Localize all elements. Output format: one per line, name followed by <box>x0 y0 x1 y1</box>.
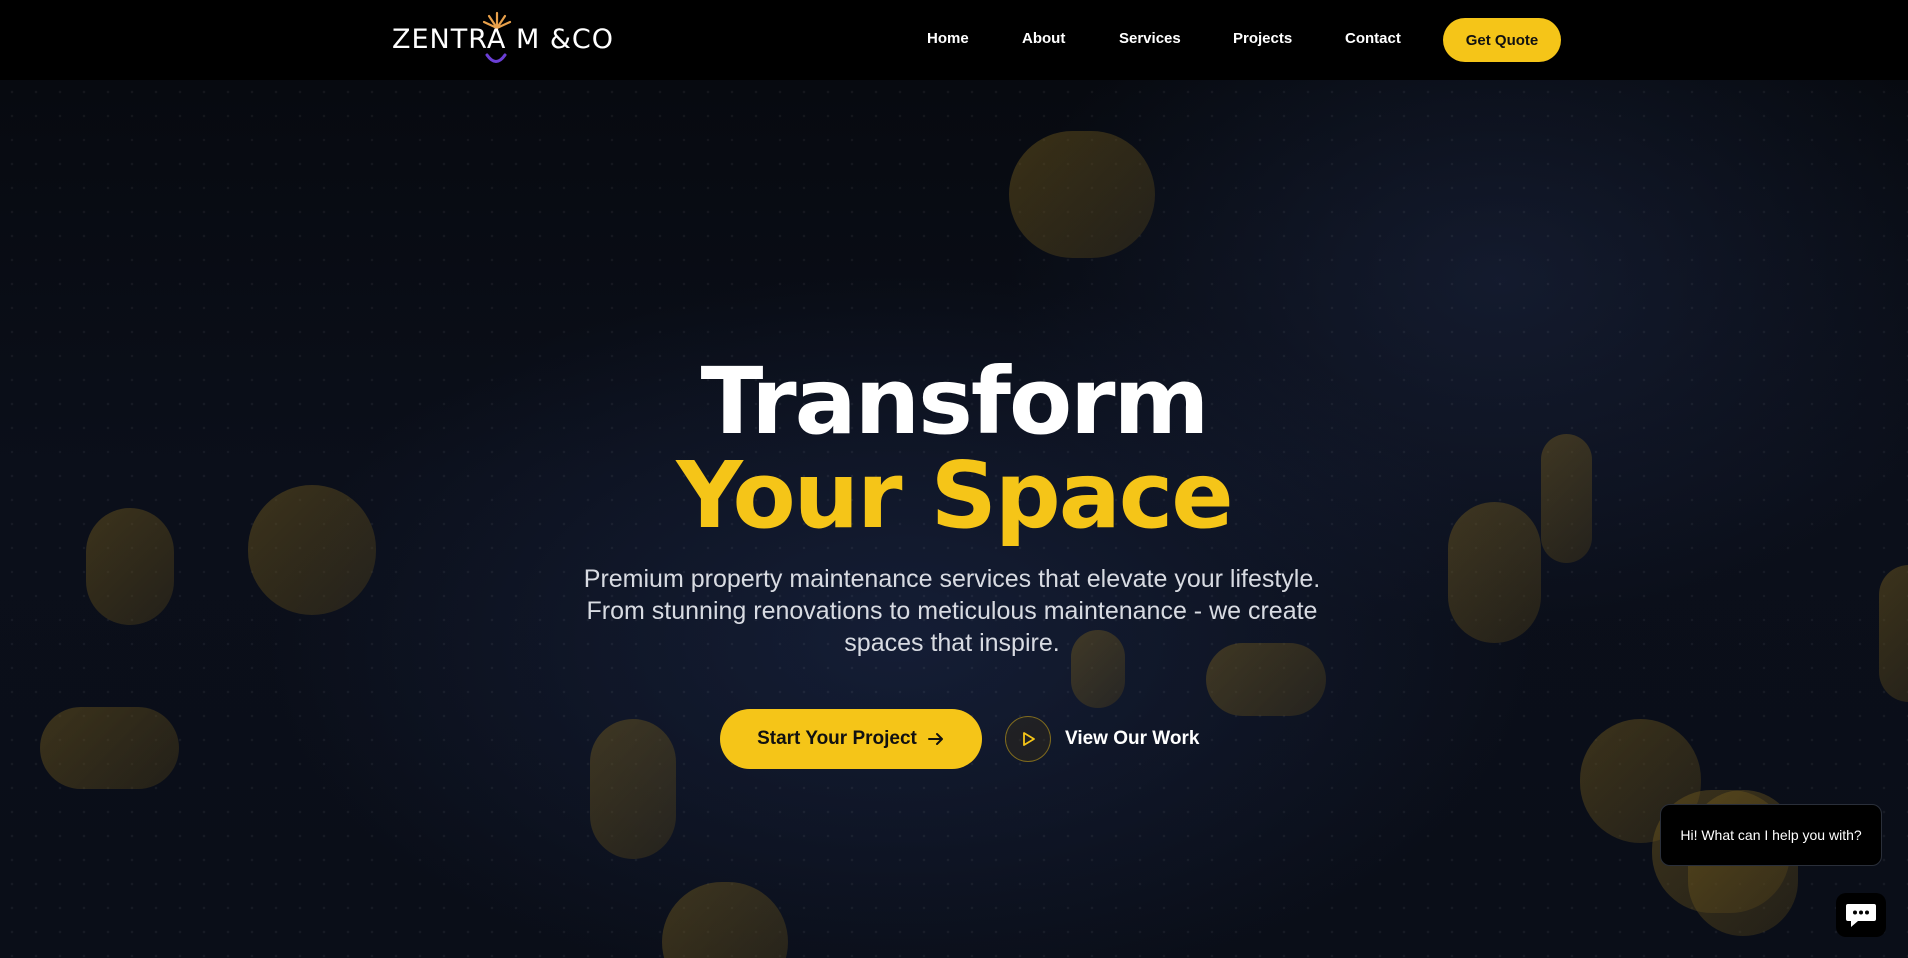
view-work-button[interactable]: View Our Work <box>1005 715 1199 763</box>
hero-title-line-2: Your Space <box>676 442 1233 549</box>
site-header: ZENTRA M &CO Home About Services Project… <box>0 0 1908 80</box>
hero-title-line-1: Transform <box>700 348 1210 455</box>
start-project-button[interactable]: Start Your Project <box>720 709 982 769</box>
start-project-label: Start Your Project <box>757 728 917 749</box>
hero-subtitle: Premium property maintenance services th… <box>583 565 1321 657</box>
get-quote-button[interactable]: Get Quote <box>1443 18 1561 62</box>
arrow-right-icon <box>927 733 943 745</box>
view-work-label: View Our Work <box>1065 728 1200 749</box>
decorative-blob <box>40 707 179 789</box>
nav-home[interactable]: Home <box>927 30 969 47</box>
decorative-blob <box>1879 565 1908 702</box>
nav-services[interactable]: Services <box>1119 30 1181 47</box>
decorative-blob <box>1009 131 1155 258</box>
decorative-blob <box>590 719 676 859</box>
hero-section: Transform Your Space Premium property ma… <box>0 80 1908 958</box>
main-nav: Home About Services Projects Contact <box>0 0 1908 80</box>
play-button-circle[interactable] <box>1005 716 1051 762</box>
chat-greeting-text: Hi! What can I help you with? <box>1680 827 1862 843</box>
chat-icon <box>1846 904 1876 927</box>
chat-greeting-bubble[interactable]: Hi! What can I help you with? <box>1660 804 1882 866</box>
chat-launcher-button[interactable] <box>1836 893 1886 937</box>
page: ZENTRA M &CO Home About Services Project… <box>0 0 1908 958</box>
nav-projects[interactable]: Projects <box>1233 30 1292 47</box>
play-icon <box>1023 732 1035 746</box>
nav-about[interactable]: About <box>1022 30 1065 47</box>
nav-contact[interactable]: Contact <box>1345 30 1401 47</box>
